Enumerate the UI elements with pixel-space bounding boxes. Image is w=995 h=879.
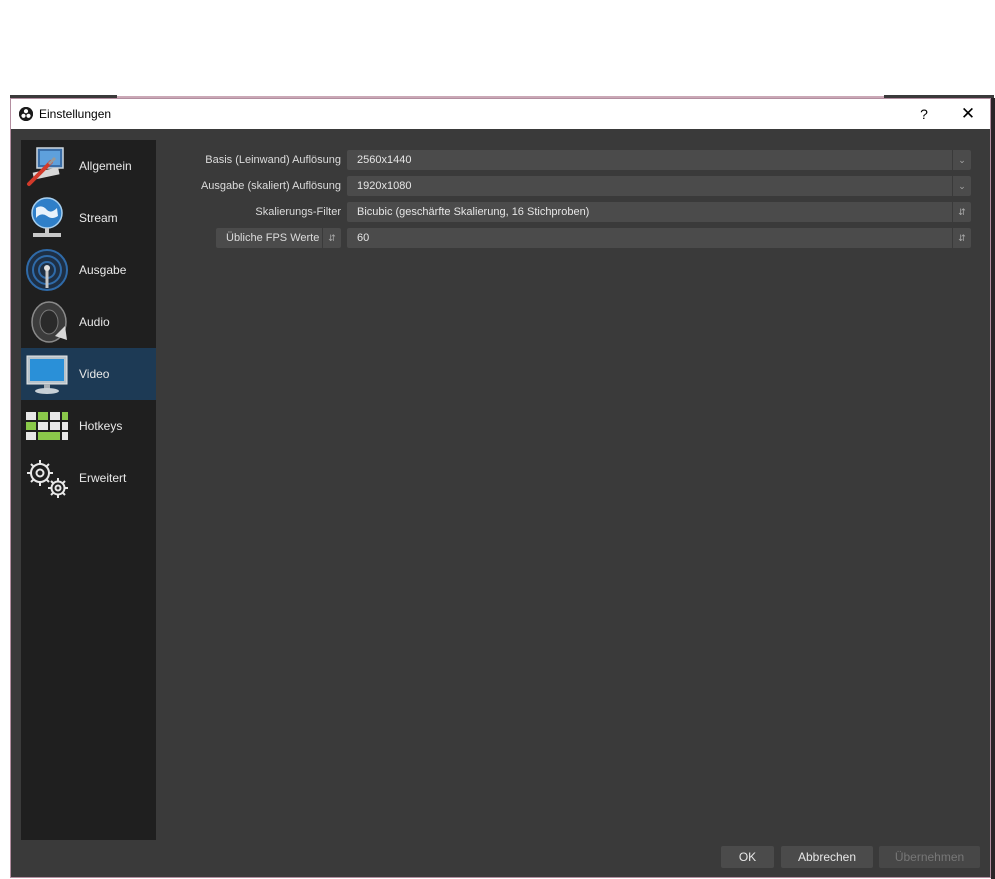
scale-filter-combo[interactable]: Bicubic (geschärfte Skalierung, 16 Stich…: [347, 202, 971, 222]
globe-stream-icon: [25, 196, 69, 240]
speaker-icon: [25, 300, 69, 344]
gears-icon: [25, 456, 69, 500]
up-down-arrows-icon: ⇵: [322, 228, 341, 248]
sidebar-item-label: Stream: [79, 211, 118, 225]
sidebar-item-label: Audio: [79, 315, 110, 329]
up-down-arrows-icon: ⇵: [952, 202, 971, 222]
obs-logo-icon: [19, 107, 33, 121]
title-bar: Einstellungen ? ✕: [11, 99, 990, 129]
settings-window: Einstellungen ? ✕ Allgemein Stream Ausga…: [10, 98, 991, 878]
base-resolution-combo[interactable]: 2560x1440 ⌄: [347, 150, 971, 170]
sidebar-item-hotkeys[interactable]: Hotkeys: [21, 400, 156, 452]
broadcast-antenna-icon: [25, 248, 69, 292]
fps-type-value: Übliche FPS Werte: [226, 232, 320, 244]
sidebar-item-label: Video: [79, 367, 110, 381]
sidebar-item-allgemein[interactable]: Allgemein: [21, 140, 156, 192]
sidebar-item-label: Hotkeys: [79, 419, 123, 433]
output-resolution-value: 1920x1080: [357, 180, 412, 192]
fps-value-combo[interactable]: 60 ⇵: [347, 228, 971, 248]
general-icon: [25, 144, 69, 188]
fps-value: 60: [357, 232, 370, 244]
scale-filter-label: Skalierungs-Filter: [255, 206, 341, 218]
base-resolution-label: Basis (Leinwand) Auflösung: [205, 154, 341, 166]
sidebar-item-video[interactable]: Video: [21, 348, 156, 400]
keyboard-icon: [25, 404, 69, 448]
settings-sidebar: Allgemein Stream Ausgabe Audio Video Hot…: [21, 140, 156, 840]
sidebar-item-label: Erweitert: [79, 471, 127, 485]
scale-filter-value: Bicubic (geschärfte Skalierung, 16 Stich…: [357, 206, 590, 218]
chevron-down-icon: ⌄: [952, 150, 971, 170]
apply-button[interactable]: Übernehmen: [879, 846, 980, 868]
sidebar-item-ausgabe[interactable]: Ausgabe: [21, 244, 156, 296]
sidebar-item-label: Ausgabe: [79, 263, 127, 277]
up-down-arrows-icon: ⇵: [952, 228, 971, 248]
sidebar-item-audio[interactable]: Audio: [21, 296, 156, 348]
chevron-down-icon: ⌄: [952, 176, 971, 196]
monitor-icon: [25, 352, 69, 396]
output-resolution-combo[interactable]: 1920x1080 ⌄: [347, 176, 971, 196]
close-button[interactable]: ✕: [951, 99, 985, 129]
fps-type-combo[interactable]: Übliche FPS Werte ⇵: [216, 228, 341, 248]
output-resolution-label: Ausgabe (skaliert) Auflösung: [200, 180, 341, 192]
base-resolution-value: 2560x1440: [357, 154, 412, 166]
ok-button[interactable]: OK: [721, 846, 774, 868]
help-button[interactable]: ?: [911, 99, 937, 129]
sidebar-item-erweitert[interactable]: Erweitert: [21, 452, 156, 504]
sidebar-item-stream[interactable]: Stream: [21, 192, 156, 244]
window-title: Einstellungen: [39, 107, 112, 121]
sidebar-item-label: Allgemein: [79, 159, 132, 173]
cancel-button[interactable]: Abbrechen: [781, 846, 873, 868]
background-edge-right: [991, 98, 995, 879]
